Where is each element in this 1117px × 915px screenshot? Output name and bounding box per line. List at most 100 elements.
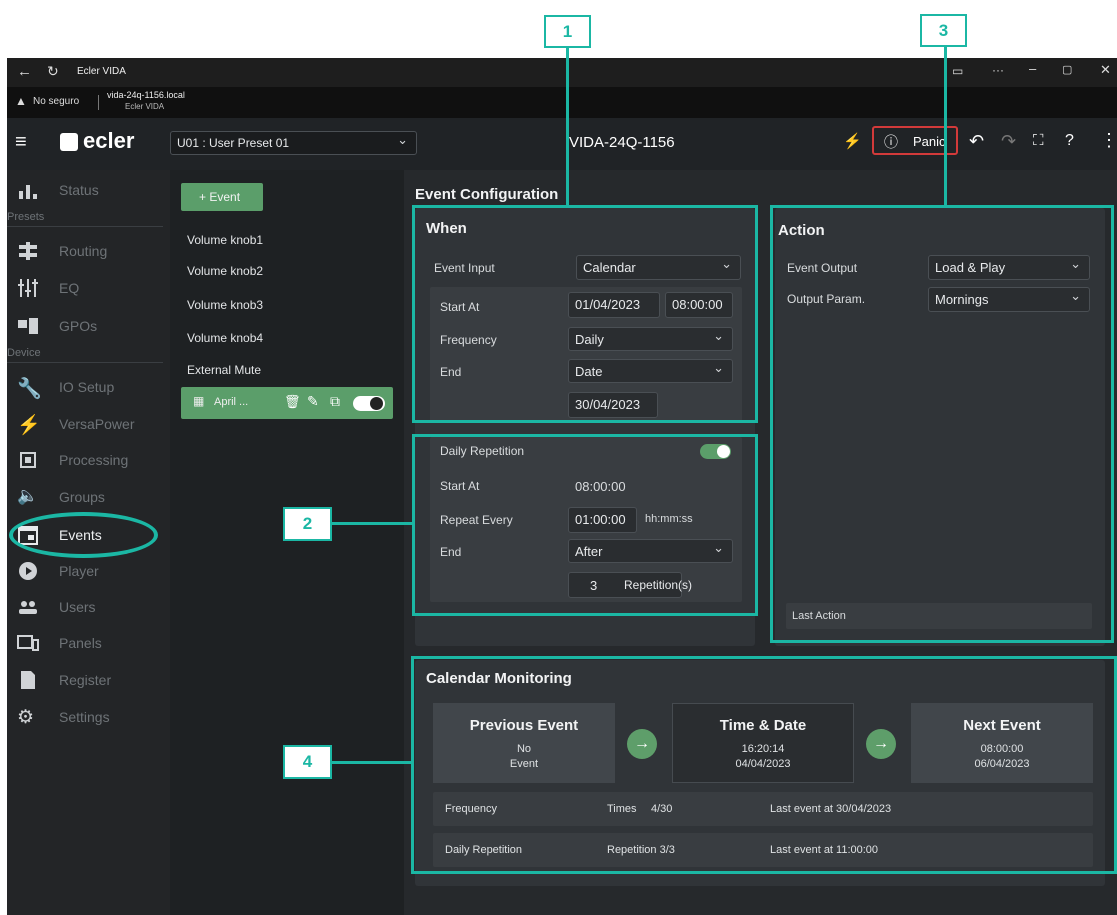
more-icon[interactable]: ··· xyxy=(992,63,1004,77)
sidebar-item-label: GPOs xyxy=(59,318,98,334)
toggle-knob xyxy=(370,397,383,410)
gpos-icon xyxy=(17,315,39,337)
gear-icon: ⚙ xyxy=(17,707,35,728)
sidebar-item-label: Settings xyxy=(59,709,110,725)
callout-line-1 xyxy=(566,47,569,207)
sidebar-item-gpos[interactable]: GPOs xyxy=(7,308,167,344)
event-list-panel xyxy=(170,170,404,915)
sidebar-item-label: Routing xyxy=(59,243,108,259)
event-list-item[interactable]: Volume knob4 xyxy=(187,331,263,345)
sidebar-item-label: EQ xyxy=(59,280,80,296)
users-icon xyxy=(17,596,39,618)
sidebar-item-panels[interactable]: Panels xyxy=(7,625,167,661)
events-highlight-ellipse xyxy=(9,512,158,558)
sidebar-item-label: Register xyxy=(59,672,112,688)
url-divider xyxy=(98,95,99,110)
menu-icon[interactable]: ≡ xyxy=(15,131,27,154)
sidebar-item-groups[interactable]: 🔈 Groups xyxy=(7,479,167,515)
maximize-icon[interactable]: ▢ xyxy=(1062,63,1072,76)
sidebar-item-status[interactable]: Status xyxy=(7,172,167,208)
panic-label: Panic xyxy=(913,134,946,149)
cast-icon[interactable]: ▭ xyxy=(952,64,963,78)
logo-mark xyxy=(60,133,78,151)
sidebar-item-label: Users xyxy=(59,599,96,615)
sidebar-item-routing[interactable]: Routing xyxy=(7,233,167,269)
section-presets: Presets xyxy=(7,211,45,223)
event-list-item[interactable]: Volume knob1 xyxy=(187,233,263,247)
callout-number-1: 1 xyxy=(544,15,591,48)
sidebar-item-label: Processing xyxy=(59,452,129,468)
sidebar-item-label: Status xyxy=(59,182,99,198)
routing-icon xyxy=(17,240,39,262)
panels-icon xyxy=(17,632,39,654)
status-icon xyxy=(17,179,39,201)
edit-icon[interactable]: ✎ xyxy=(307,393,319,410)
warning-icon: ▲ xyxy=(15,94,27,108)
play-icon xyxy=(17,560,39,582)
close-icon[interactable]: ✕ xyxy=(1100,62,1111,78)
power-icon[interactable]: ⚡ xyxy=(843,132,862,150)
selected-event-row[interactable]: ▦ April ... 🗑 ✎ ⧉ xyxy=(181,387,393,419)
redo-icon[interactable]: ↷ xyxy=(1001,131,1016,152)
refresh-icon[interactable]: ↻ xyxy=(47,63,59,80)
sidebar-item-label: Player xyxy=(59,563,99,579)
kebab-menu-icon[interactable]: ⋮ xyxy=(1100,130,1117,151)
device-name: VIDA-24Q-1156 xyxy=(569,134,675,151)
callout-number-2: 2 xyxy=(283,507,332,541)
sidebar-item-label: Groups xyxy=(59,489,105,505)
add-event-button[interactable]: + Event xyxy=(181,183,263,211)
callout-line-4 xyxy=(331,761,412,764)
preset-select[interactable]: U01 : User Preset 01 xyxy=(170,131,417,155)
sidebar-item-label: IO Setup xyxy=(59,379,115,395)
url-subtext: Ecler VIDA xyxy=(125,102,165,111)
address-bar[interactable]: ▲ No seguro vida-24q-1156.local Ecler VI… xyxy=(7,87,1117,118)
sidebar-item-users[interactable]: Users xyxy=(7,589,167,625)
callout-number-4: 4 xyxy=(283,745,332,779)
event-list-item[interactable]: External Mute xyxy=(187,363,261,377)
sidebar-item-player[interactable]: Player xyxy=(7,553,167,589)
event-configuration-title: Event Configuration xyxy=(415,186,559,203)
alert-icon: ⓘ xyxy=(884,134,898,150)
bolt-icon: ⚡ xyxy=(17,415,41,436)
security-label: No seguro xyxy=(33,96,80,107)
sidebar-item-versapower[interactable]: ⚡ VersaPower xyxy=(7,406,167,442)
section-device: Device xyxy=(7,347,41,359)
delete-icon[interactable]: 🗑 xyxy=(284,394,301,410)
file-icon xyxy=(17,669,39,691)
copy-icon[interactable]: ⧉ xyxy=(330,393,340,410)
event-list-item[interactable]: Volume knob2 xyxy=(187,264,263,278)
callout-line-3 xyxy=(944,46,947,207)
app-header: ≡ ecler U01 : User Preset 01 VIDA-24Q-11… xyxy=(7,118,1117,170)
browser-title-bar: ← ↻ Ecler VIDA ▭ ··· – ▢ ✕ xyxy=(7,58,1117,87)
fullscreen-icon[interactable]: ⛶ xyxy=(1033,132,1044,149)
sidebar-item-label: Panels xyxy=(59,635,102,651)
sidebar-item-eq[interactable]: EQ xyxy=(7,270,167,306)
callout-box-4 xyxy=(411,656,1117,874)
speaker-icon: 🔈 xyxy=(17,486,39,505)
callout-box-1 xyxy=(412,205,758,423)
event-list-item[interactable]: Volume knob3 xyxy=(187,298,263,312)
back-icon[interactable]: ← xyxy=(17,63,32,80)
undo-icon[interactable]: ↶ xyxy=(969,131,984,152)
url-text: vida-24q-1156.local xyxy=(107,90,185,100)
event-calendar-icon: ▦ xyxy=(193,394,205,408)
sidebar-item-label: VersaPower xyxy=(59,416,135,432)
minimize-icon[interactable]: – xyxy=(1029,61,1036,76)
eq-icon xyxy=(17,277,39,299)
sidebar-item-settings[interactable]: ⚙ Settings xyxy=(7,699,167,735)
section-divider xyxy=(7,226,163,227)
callout-line-2 xyxy=(331,522,413,525)
callout-box-2 xyxy=(412,434,758,616)
selected-event-label: April ... xyxy=(214,396,249,408)
help-icon[interactable]: ? xyxy=(1065,132,1074,150)
callout-box-3 xyxy=(770,205,1114,643)
event-toggle[interactable] xyxy=(353,396,385,411)
sidebar-item-io-setup[interactable]: 🔧 IO Setup xyxy=(7,369,167,405)
callout-number-3: 3 xyxy=(920,14,967,47)
add-event-label: + Event xyxy=(199,190,241,204)
wrench-icon: 🔧 xyxy=(17,378,42,400)
preset-value: U01 : User Preset 01 xyxy=(177,136,290,150)
browser-title: Ecler VIDA xyxy=(77,66,126,77)
sidebar-item-processing[interactable]: Processing xyxy=(7,442,167,478)
sidebar-item-register[interactable]: Register xyxy=(7,662,167,698)
